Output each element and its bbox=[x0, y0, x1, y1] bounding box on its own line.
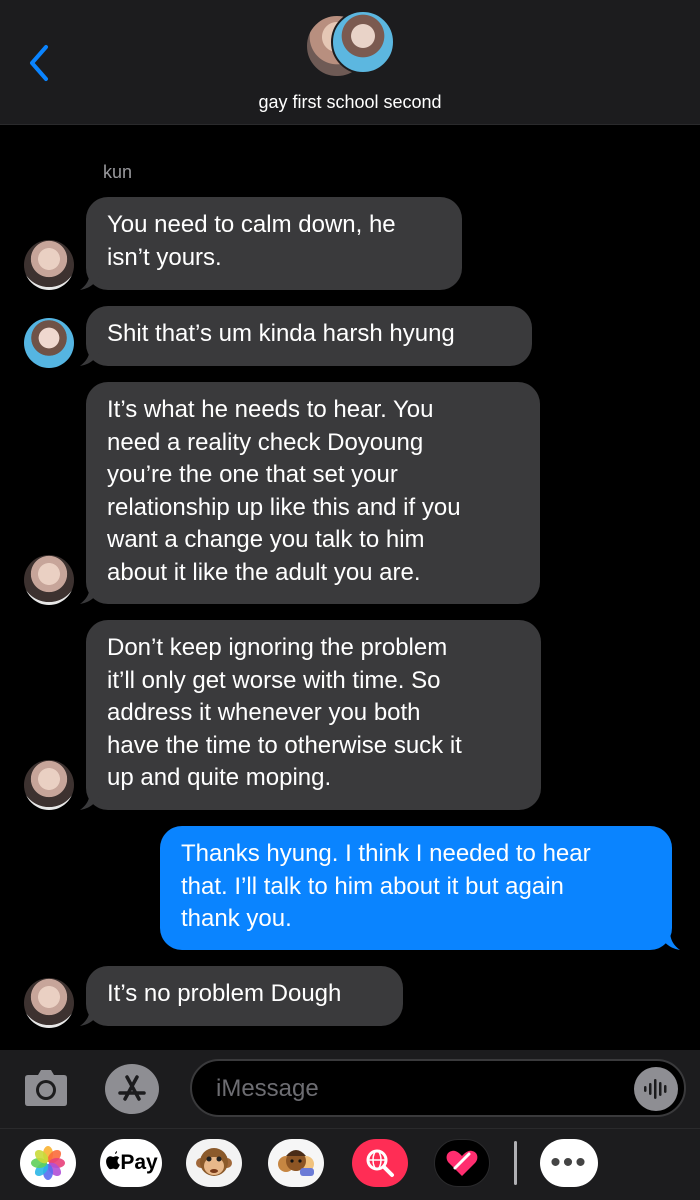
heart-icon bbox=[446, 1150, 478, 1176]
bubble-tail bbox=[80, 584, 100, 604]
message-line: thank you. bbox=[181, 905, 292, 932]
chat-title[interactable]: gay first school second bbox=[0, 92, 700, 113]
sender-name: kun bbox=[103, 162, 133, 182]
camera-button[interactable] bbox=[22, 1066, 70, 1110]
compose-bar bbox=[0, 1050, 700, 1128]
message-input-container bbox=[190, 1059, 686, 1117]
bubble-tail bbox=[80, 270, 100, 290]
message-line: want a change you talk to him bbox=[107, 526, 425, 553]
message-bubble[interactable]: You need to calm down, he isn’t yours. bbox=[86, 197, 462, 290]
message-line: you’re the one that set your bbox=[107, 461, 398, 488]
avatar[interactable] bbox=[24, 555, 74, 605]
digital-touch-app[interactable] bbox=[434, 1139, 490, 1187]
conversation-header: gay first school second bbox=[0, 0, 700, 125]
message-line: up and quite moping. bbox=[107, 764, 332, 791]
avatar[interactable] bbox=[24, 978, 74, 1028]
message-bubble[interactable]: It’s no problem Dough bbox=[86, 966, 403, 1026]
more-icon: ••• bbox=[550, 1146, 588, 1179]
member-avatar bbox=[331, 10, 395, 74]
camera-icon bbox=[25, 1070, 67, 1106]
apple-pay-label: Pay bbox=[120, 1151, 158, 1174]
message-line: You need to calm down, he bbox=[107, 211, 396, 238]
message-line: have the time to otherwise suck it bbox=[107, 731, 462, 759]
animoji-app[interactable] bbox=[186, 1139, 242, 1187]
bubble-tail bbox=[80, 1006, 100, 1026]
group-avatar[interactable] bbox=[305, 10, 397, 82]
apple-icon bbox=[104, 1150, 121, 1176]
avatar[interactable] bbox=[24, 318, 74, 368]
message-line: that. I’ll talk to him about it but agai… bbox=[181, 872, 564, 900]
monkey-icon bbox=[196, 1148, 232, 1176]
message-line: Thanks hyung. I think I needed to hear bbox=[181, 840, 591, 867]
message-line: isn’t yours. bbox=[107, 243, 222, 271]
apple-pay-app[interactable]: Pay bbox=[100, 1139, 162, 1187]
message-line: relationship up like this and if you bbox=[107, 493, 461, 521]
message-line: Shit that’s um kinda harsh hyung bbox=[107, 320, 455, 347]
photos-app[interactable] bbox=[20, 1139, 76, 1187]
audio-message-button[interactable] bbox=[634, 1067, 678, 1111]
message-line: need a reality check Doyoung bbox=[107, 428, 424, 456]
message-line: It’s no problem Dough bbox=[107, 980, 342, 1007]
message-input[interactable] bbox=[216, 1071, 616, 1107]
memoji-icon bbox=[278, 1150, 314, 1176]
app-drawer: Pay ••• bbox=[0, 1128, 700, 1200]
message-bubble[interactable]: It’s what he needs to hear. You need a r… bbox=[86, 382, 540, 604]
back-button[interactable] bbox=[22, 40, 56, 86]
bubble-tail bbox=[660, 930, 680, 950]
message-line: it’ll only get worse with time. So bbox=[107, 666, 441, 694]
app-store-button[interactable] bbox=[105, 1064, 159, 1114]
avatar[interactable] bbox=[24, 240, 74, 290]
message-bubble-outgoing[interactable]: Thanks hyung. I think I needed to hear t… bbox=[160, 826, 672, 950]
bubble-tail bbox=[80, 346, 100, 366]
more-apps-button[interactable]: ••• bbox=[540, 1139, 598, 1187]
avatar[interactable] bbox=[24, 760, 74, 810]
message-line: It’s what he needs to hear. You bbox=[107, 396, 434, 423]
message-bubble[interactable]: Shit that’s um kinda harsh hyung bbox=[86, 306, 532, 366]
memoji-app[interactable] bbox=[268, 1139, 324, 1187]
message-line: Don’t keep ignoring the problem bbox=[107, 634, 448, 661]
bubble-tail bbox=[80, 790, 100, 810]
image-search-app[interactable] bbox=[352, 1139, 408, 1187]
waveform-icon bbox=[644, 1079, 667, 1099]
app-store-icon bbox=[118, 1075, 146, 1101]
photos-icon bbox=[31, 1146, 65, 1180]
message-bubble[interactable]: Don’t keep ignoring the problem it’ll on… bbox=[86, 620, 541, 810]
message-line: address it whenever you both bbox=[107, 699, 421, 726]
chevron-left-icon bbox=[30, 45, 48, 81]
message-line: about it like the adult you are. bbox=[107, 558, 421, 586]
drawer-divider bbox=[514, 1141, 517, 1185]
globe-search-icon bbox=[366, 1149, 394, 1177]
